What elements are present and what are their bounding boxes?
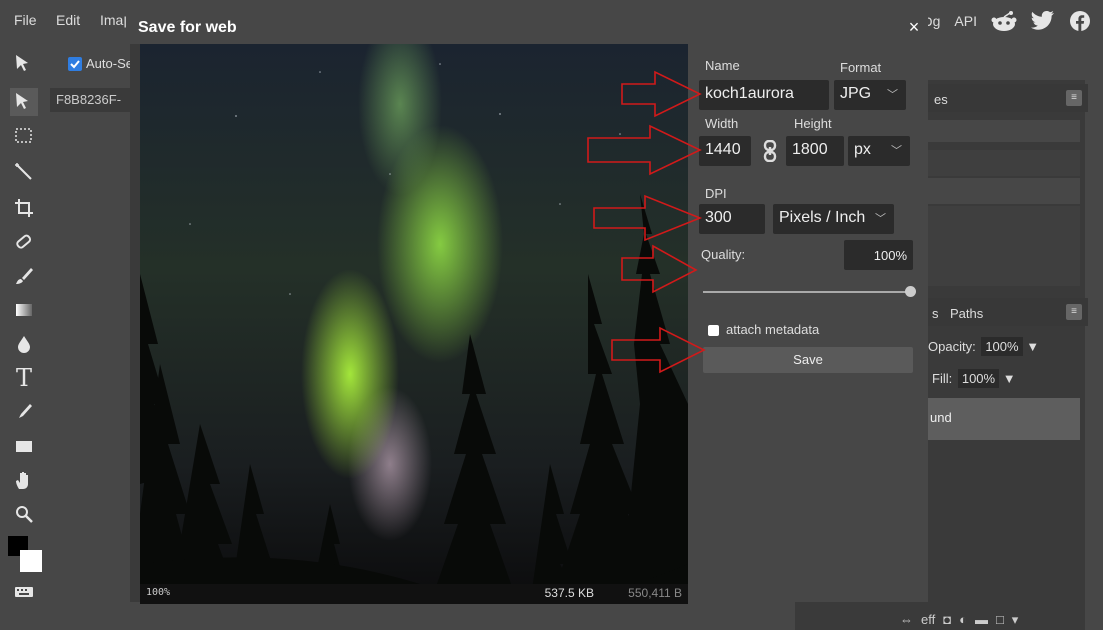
photopea-app: File Edit Imaן כg API Auto-Sel F8B8236F-… — [0, 0, 1103, 630]
arrow-dpi — [593, 194, 703, 242]
arrow-quality — [621, 244, 698, 294]
arrow-width — [587, 124, 702, 176]
annotation-arrows — [587, 70, 706, 374]
arrow-name — [621, 70, 702, 118]
arrow-save — [611, 326, 706, 374]
